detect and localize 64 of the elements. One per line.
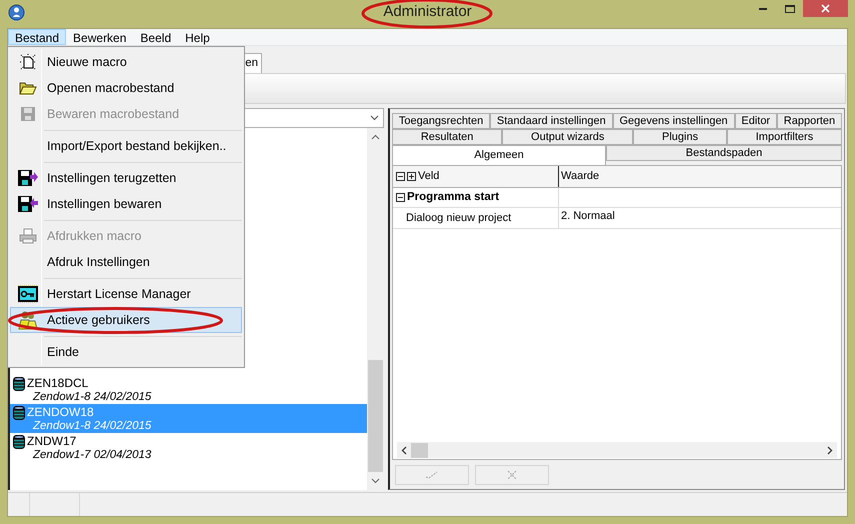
settings-tab[interactable]: Bestandspaden bbox=[606, 145, 842, 161]
menu-item[interactable]: Bewerken bbox=[66, 29, 134, 45]
menu-entry[interactable]: Herstart License Manager bbox=[10, 281, 242, 307]
scroll-right-icon bbox=[827, 446, 833, 454]
scroll-left-icon bbox=[401, 446, 407, 454]
project-name: ZEN18DCL bbox=[27, 376, 90, 390]
folder-icon bbox=[18, 80, 36, 96]
scrollbar-thumb[interactable] bbox=[411, 442, 428, 458]
settings-tab[interactable]: Gegevens instellingen bbox=[612, 113, 735, 129]
collapse-icon[interactable] bbox=[396, 193, 405, 202]
field-label: Dialoog nieuw project bbox=[406, 210, 512, 226]
floppy-arrow-icon bbox=[16, 195, 38, 213]
project-detail: Zendow1-7 02/04/2013 bbox=[32, 448, 152, 462]
scrollbar-thumb[interactable] bbox=[368, 360, 383, 472]
project-item[interactable]: ZNDW17 Zendow1-7 02/04/2013 bbox=[10, 433, 367, 462]
field-value[interactable]: 2. Normaal bbox=[561, 208, 615, 224]
collapse-all-icon[interactable] bbox=[396, 172, 405, 181]
menu-entry[interactable]: Einde bbox=[10, 339, 242, 365]
menu-item[interactable]: Bestand bbox=[8, 29, 66, 45]
menu-item[interactable]: Beeld bbox=[133, 29, 178, 45]
key-icon bbox=[16, 285, 38, 303]
database-icon bbox=[13, 376, 25, 392]
menu-entry[interactable]: Afdruk Instellingen bbox=[10, 249, 242, 275]
menu-entry[interactable]: Instellingen terugzetten bbox=[10, 165, 242, 191]
scroll-down-icon bbox=[371, 478, 380, 484]
menu-entry[interactable]: Instellingen bewaren bbox=[10, 191, 242, 217]
group-label: Programma start bbox=[407, 190, 500, 205]
settings-tab[interactable]: Algemeen bbox=[392, 145, 606, 165]
close-icon bbox=[821, 4, 830, 13]
settings-tab[interactable]: Toegangsrechten bbox=[392, 113, 490, 129]
new-document-icon bbox=[18, 53, 36, 71]
project-name: ZNDW17 bbox=[27, 434, 78, 448]
floppy-arrow-icon bbox=[16, 169, 38, 187]
settings-tab[interactable]: Standaard instellingen bbox=[490, 113, 613, 129]
column-header[interactable]: Veld bbox=[393, 166, 559, 187]
settings-tab[interactable]: Plugins bbox=[633, 129, 727, 145]
database-icon bbox=[13, 405, 25, 421]
app-logo-icon bbox=[8, 4, 25, 21]
project-name: ZENDOW18 bbox=[27, 405, 95, 419]
window-title: Administrator bbox=[383, 4, 472, 20]
printer-icon bbox=[18, 228, 36, 244]
horizontal-scrollbar[interactable] bbox=[397, 442, 837, 458]
cross-icon bbox=[507, 470, 517, 480]
settings-tab[interactable]: Resultaten bbox=[392, 129, 502, 145]
vertical-scrollbar[interactable] bbox=[367, 128, 384, 490]
settings-tab[interactable]: Rapporten bbox=[776, 113, 842, 129]
settings-tab[interactable]: Output wizards bbox=[502, 129, 634, 145]
menu-item[interactable]: Help bbox=[178, 29, 217, 45]
chevron-down-icon bbox=[370, 115, 379, 121]
settings-tab[interactable]: Importfilters bbox=[726, 129, 842, 145]
expand-all-icon[interactable] bbox=[407, 172, 416, 181]
project-detail: Zendow1-8 24/02/2015 bbox=[32, 390, 152, 404]
users-icon bbox=[18, 310, 38, 330]
project-detail: Zendow1-8 24/02/2015 bbox=[32, 419, 152, 433]
menu-entry[interactable]: Openen macrobestand bbox=[10, 75, 242, 101]
project-item[interactable]: ZEN18DCL Zendow1-8 24/02/2015 bbox=[10, 375, 367, 404]
column-header[interactable]: Waarde bbox=[559, 166, 841, 187]
check-icon bbox=[425, 471, 439, 479]
menu-entry[interactable]: Nieuwe macro bbox=[10, 49, 242, 75]
menu-entry[interactable]: Import/Export bestand bekijken.. bbox=[10, 133, 242, 159]
scroll-up-icon bbox=[371, 134, 380, 140]
settings-tab[interactable]: Editor bbox=[734, 113, 777, 129]
close-button[interactable] bbox=[803, 0, 848, 17]
database-icon bbox=[13, 434, 25, 450]
